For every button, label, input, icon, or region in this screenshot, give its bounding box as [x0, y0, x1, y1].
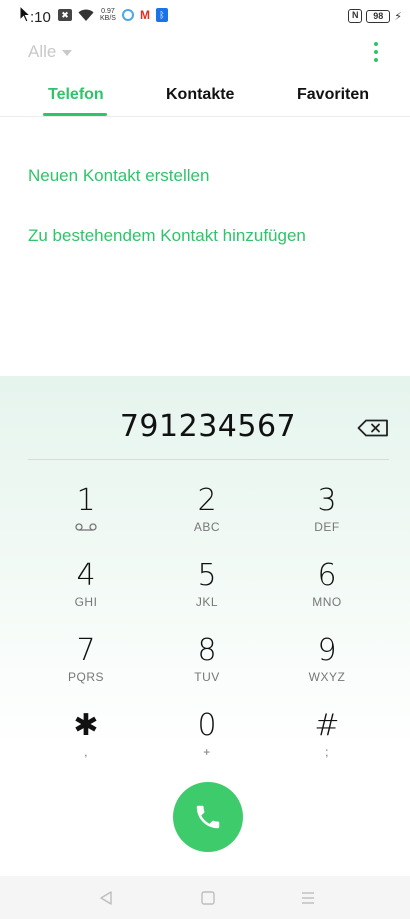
menu-dot-icon	[374, 42, 378, 46]
call-button[interactable]	[173, 782, 243, 852]
filter-dropdown[interactable]: Alle	[28, 42, 73, 62]
nfc-icon: N	[348, 9, 363, 23]
dial-key-3[interactable]: 3 DEF	[282, 484, 372, 554]
tab-bar: Telefon Kontakte Favoriten	[0, 80, 410, 117]
active-tab-indicator	[43, 113, 107, 116]
new-contact-link[interactable]: Neuen Kontakt erstellen	[28, 166, 209, 186]
number-divider	[28, 459, 389, 460]
circle-app-icon	[121, 9, 134, 21]
caret-down-icon	[62, 50, 73, 56]
dial-key-1[interactable]: 1	[41, 484, 131, 554]
bluetooth-app-icon: ᛒ	[155, 8, 168, 22]
recents-menu-icon[interactable]	[300, 890, 316, 906]
charging-icon: ⚡	[394, 10, 402, 23]
tab-favoriten[interactable]: Favoriten	[297, 86, 369, 104]
dial-key-4[interactable]: 4 GHI	[41, 559, 131, 629]
system-nav-bar	[0, 876, 410, 919]
home-icon[interactable]	[200, 890, 216, 906]
network-speed: 0.97 KB/S	[100, 8, 116, 22]
backspace-icon[interactable]	[357, 419, 389, 437]
voicemail-icon	[75, 523, 97, 531]
dialed-number[interactable]: 791234567	[0, 409, 410, 444]
dialpad-panel: 791234567 1 2 ABC 3 DEF 4 GHI 5 JKL 6 MN…	[0, 376, 410, 876]
status-time: :10	[30, 9, 51, 26]
battery-icon: 98	[366, 9, 391, 23]
back-icon[interactable]	[98, 890, 114, 906]
dial-key-0[interactable]: 0 +	[162, 709, 252, 779]
dial-key-hash[interactable]: # ;	[282, 709, 372, 779]
tab-telefon[interactable]: Telefon	[48, 86, 104, 104]
wifi-icon	[78, 9, 94, 21]
dial-key-7[interactable]: 7 PQRS	[41, 634, 131, 704]
overflow-menu-button[interactable]	[372, 42, 380, 62]
dial-key-5[interactable]: 5 JKL	[162, 559, 252, 629]
status-bar: :10 ✖ 0.97 KB/S M ᛒ N 98 ⚡	[0, 0, 410, 34]
notification-box-icon: ✖	[58, 9, 72, 21]
menu-dot-icon	[374, 50, 378, 54]
add-to-existing-contact-link[interactable]: Zu bestehendem Kontakt hinzufügen	[28, 226, 306, 246]
dial-key-2[interactable]: 2 ABC	[162, 484, 252, 554]
gmail-icon: M	[139, 8, 150, 22]
phone-icon	[196, 805, 220, 829]
dial-key-9[interactable]: 9 WXYZ	[282, 634, 372, 704]
dial-key-star[interactable]: ✱ ,	[41, 709, 131, 779]
tab-kontakte[interactable]: Kontakte	[166, 86, 234, 104]
dial-key-6[interactable]: 6 MNO	[282, 559, 372, 629]
filter-label: Alle	[28, 42, 57, 61]
menu-dot-icon	[374, 58, 378, 62]
dial-key-8[interactable]: 8 TUV	[162, 634, 252, 704]
